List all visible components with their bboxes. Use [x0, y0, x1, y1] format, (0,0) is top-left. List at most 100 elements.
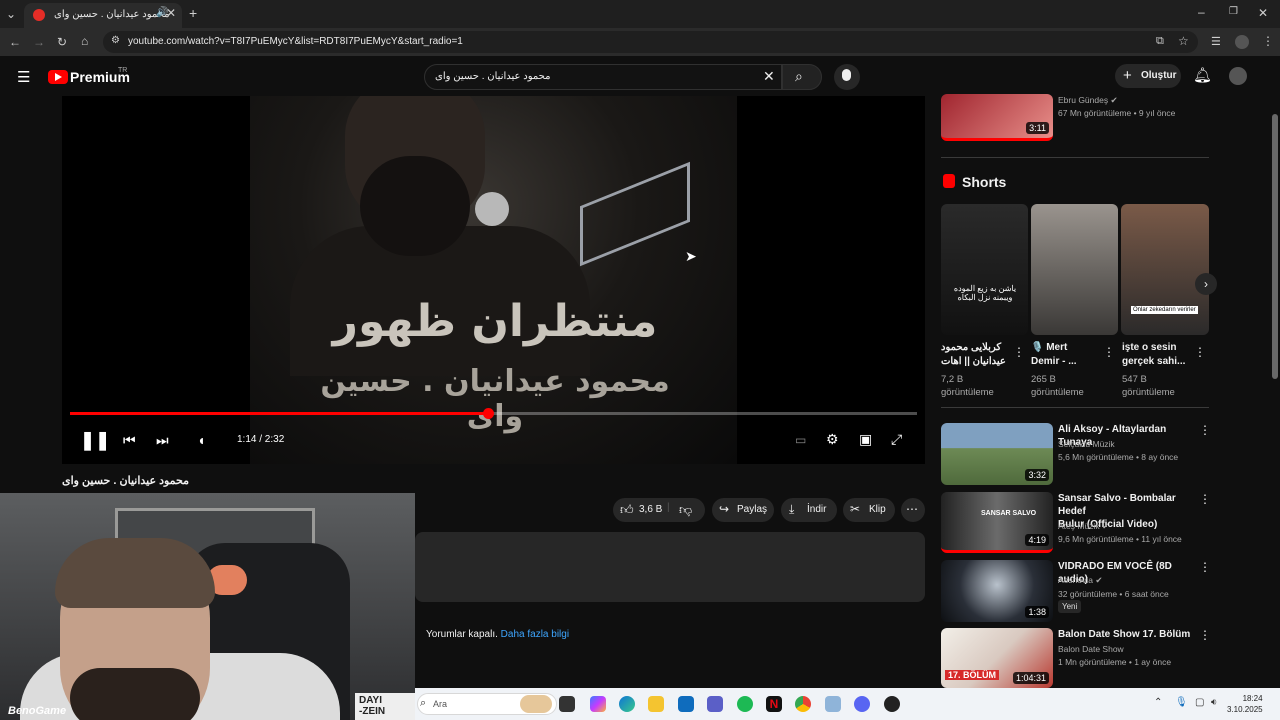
new-tab-icon[interactable]: + [189, 5, 197, 21]
voice-search-button[interactable] [834, 64, 860, 90]
outlook-icon[interactable] [678, 696, 694, 712]
search-input[interactable]: محمود عیدانیان . حسین وای ✕ [424, 64, 782, 90]
youtube-favicon-icon [33, 9, 45, 21]
hamburger-menu-icon[interactable]: ☰ [17, 68, 30, 86]
next-icon[interactable]: ⏭︎ [156, 432, 169, 449]
short-title[interactable]: 🎙️ Mert Demir - ... [1031, 341, 1077, 369]
shorts-heading: Shorts [962, 174, 1007, 190]
video-thumbnail[interactable]: 17. BÖLÜM 1:04:31 [941, 628, 1053, 688]
tab-search-icon[interactable]: ⌄ [6, 7, 16, 21]
top-video-channel[interactable]: Ebru Gündeş ✔ [1058, 94, 1118, 106]
profile-avatar[interactable] [1235, 35, 1249, 49]
video-thumbnail[interactable]: 3:32 [941, 423, 1053, 485]
install-icon[interactable]: ⧉ [1156, 35, 1164, 48]
clock-date: 3.10.2025 [1227, 705, 1263, 714]
media-controls-icon[interactable]: ☰ [1211, 35, 1221, 48]
forward-icon[interactable]: → [33, 35, 45, 49]
browser-tab[interactable]: محمود عیدانیان . حسین وای 🔊 [24, 3, 182, 28]
chevron-up-icon[interactable]: ⌃ [1154, 697, 1162, 708]
more-vertical-icon[interactable]: ⋮ [1194, 345, 1206, 359]
more-actions-button[interactable]: ⋯ [901, 498, 925, 522]
download-button[interactable]: ⤓ İndir [781, 498, 837, 522]
address-bar[interactable]: ⚙ youtube.com/watch?v=T8I7PuEMycY&list=R… [103, 31, 1198, 53]
window-close-icon[interactable]: ✕ [1258, 6, 1268, 20]
site-info-icon[interactable]: ⚙ [111, 35, 120, 46]
channel-name[interactable]: Balon Date Show [1058, 643, 1124, 655]
more-horizontal-icon: ⋯ [906, 502, 918, 516]
more-vertical-icon[interactable]: ⋮ [1199, 628, 1211, 642]
channel-name[interactable]: Aesnovia ✔ [1058, 574, 1102, 586]
obs-icon[interactable] [884, 696, 900, 712]
clip-button[interactable]: ✂ Klip [843, 498, 895, 522]
more-vertical-icon[interactable]: ⋮ [1013, 345, 1025, 359]
more-vertical-icon[interactable]: ⋮ [1199, 492, 1211, 506]
notifications-bell-icon[interactable]: 🔔︎ [1193, 66, 1212, 84]
share-button[interactable]: ↪ Paylaş [712, 498, 774, 522]
description-box[interactable] [415, 532, 925, 602]
scrubber-handle[interactable] [482, 408, 494, 419]
spotify-icon[interactable] [737, 696, 753, 712]
video-frame[interactable]: منتظران ظهور محمود عیدانیان . حسین وای [250, 96, 737, 464]
teams-icon[interactable] [707, 696, 723, 712]
file-explorer-icon[interactable] [648, 696, 664, 712]
network-icon[interactable]: ▢ [1195, 697, 1204, 708]
thumbs-down-icon[interactable]: 👎︎ [679, 502, 692, 518]
restore-icon[interactable]: ❐ [1229, 6, 1238, 17]
channel-name[interactable]: Ateş Müzik ✔ [1058, 520, 1109, 532]
subtitles-icon[interactable]: ▭ [795, 433, 806, 447]
video-thumbnail[interactable]: 1:38 [941, 560, 1053, 622]
short-card[interactable] [1031, 204, 1118, 335]
taskbar-clock[interactable]: 18:24 3.10.2025 [1227, 693, 1263, 715]
discord-icon[interactable] [854, 696, 870, 712]
netflix-icon[interactable]: N [766, 696, 782, 712]
settings-app-icon[interactable] [825, 696, 841, 712]
volume-icon[interactable]: ◖ [197, 432, 205, 448]
search-button[interactable]: ⌕ [782, 64, 822, 90]
volume-tray-icon[interactable]: 🔉︎ [1211, 697, 1217, 708]
streamer-beard [70, 668, 200, 720]
tab-title: محمود عیدانیان . حسین وای [54, 9, 170, 20]
short-card[interactable]: یاشن به زیع الموده ویبمنه نزل البکاه [941, 204, 1028, 335]
thumbnail-text: SANSAR SALVO [981, 510, 1037, 517]
short-title[interactable]: کربلایی محمود عیدانیان || اهات [941, 341, 1006, 369]
home-icon[interactable]: ⌂ [81, 34, 88, 48]
minimize-icon[interactable]: – [1198, 5, 1205, 19]
more-vertical-icon[interactable]: ⋮ [1199, 560, 1211, 574]
progress-bar[interactable] [70, 408, 917, 419]
bookmark-star-icon[interactable]: ☆ [1178, 34, 1189, 48]
more-vertical-icon[interactable]: ⋮ [1103, 345, 1115, 359]
settings-gear-icon[interactable]: ⚙ [826, 431, 839, 448]
more-vertical-icon[interactable]: ⋮ [1199, 423, 1211, 437]
like-dislike-button[interactable]: 👍︎ 3,6 B | 👎︎ [613, 498, 705, 522]
task-view-icon[interactable] [559, 696, 575, 712]
clip-label: Klip [869, 504, 886, 515]
page-scrollbar[interactable] [1270, 56, 1280, 688]
fullscreen-icon[interactable]: ⤢ [891, 431, 902, 448]
short-title[interactable]: işte o sesin gerçek sahi... [1122, 341, 1185, 369]
back-icon[interactable]: ← [9, 35, 21, 49]
chrome-icon[interactable] [795, 696, 811, 712]
edge-icon[interactable] [619, 696, 635, 712]
youtube-logo-icon[interactable] [48, 70, 68, 84]
account-avatar[interactable] [1229, 67, 1247, 85]
reload-icon[interactable]: ↻ [57, 35, 67, 49]
chrome-menu-icon[interactable]: ⋮ [1262, 34, 1274, 48]
video-title-link[interactable]: Balon Date Show 17. Bölüm [1058, 628, 1193, 641]
microphone-tray-icon[interactable]: 🎙︎ [1175, 697, 1188, 708]
create-button[interactable]: + Oluştur [1115, 64, 1181, 88]
video-thumbnail[interactable]: SANSAR SALVO 4:19 [941, 492, 1053, 553]
tab-close-icon[interactable]: ✕ [166, 6, 176, 20]
chevron-right-icon[interactable]: › [1195, 273, 1217, 295]
scrollbar-thumb[interactable] [1272, 114, 1278, 379]
previous-icon[interactable]: ⏮︎ [123, 432, 136, 449]
pause-icon[interactable]: ❚❚ [80, 430, 110, 451]
channel-name[interactable]: Selçuklu Müzik [1058, 438, 1115, 450]
copilot-icon[interactable] [590, 696, 606, 712]
learn-more-link[interactable]: Daha fazla bilgi [501, 629, 569, 640]
top-video-thumbnail[interactable]: 3:11 [941, 94, 1053, 141]
theater-mode-icon[interactable]: ▣ [859, 431, 872, 448]
thumbs-up-icon[interactable]: 👍︎ [620, 502, 634, 518]
short-card[interactable]: Onlar zekedarın verirler [1121, 204, 1209, 335]
taskbar-search[interactable]: ⌕ Ara [417, 693, 557, 715]
clear-search-icon[interactable]: ✕ [763, 68, 775, 85]
